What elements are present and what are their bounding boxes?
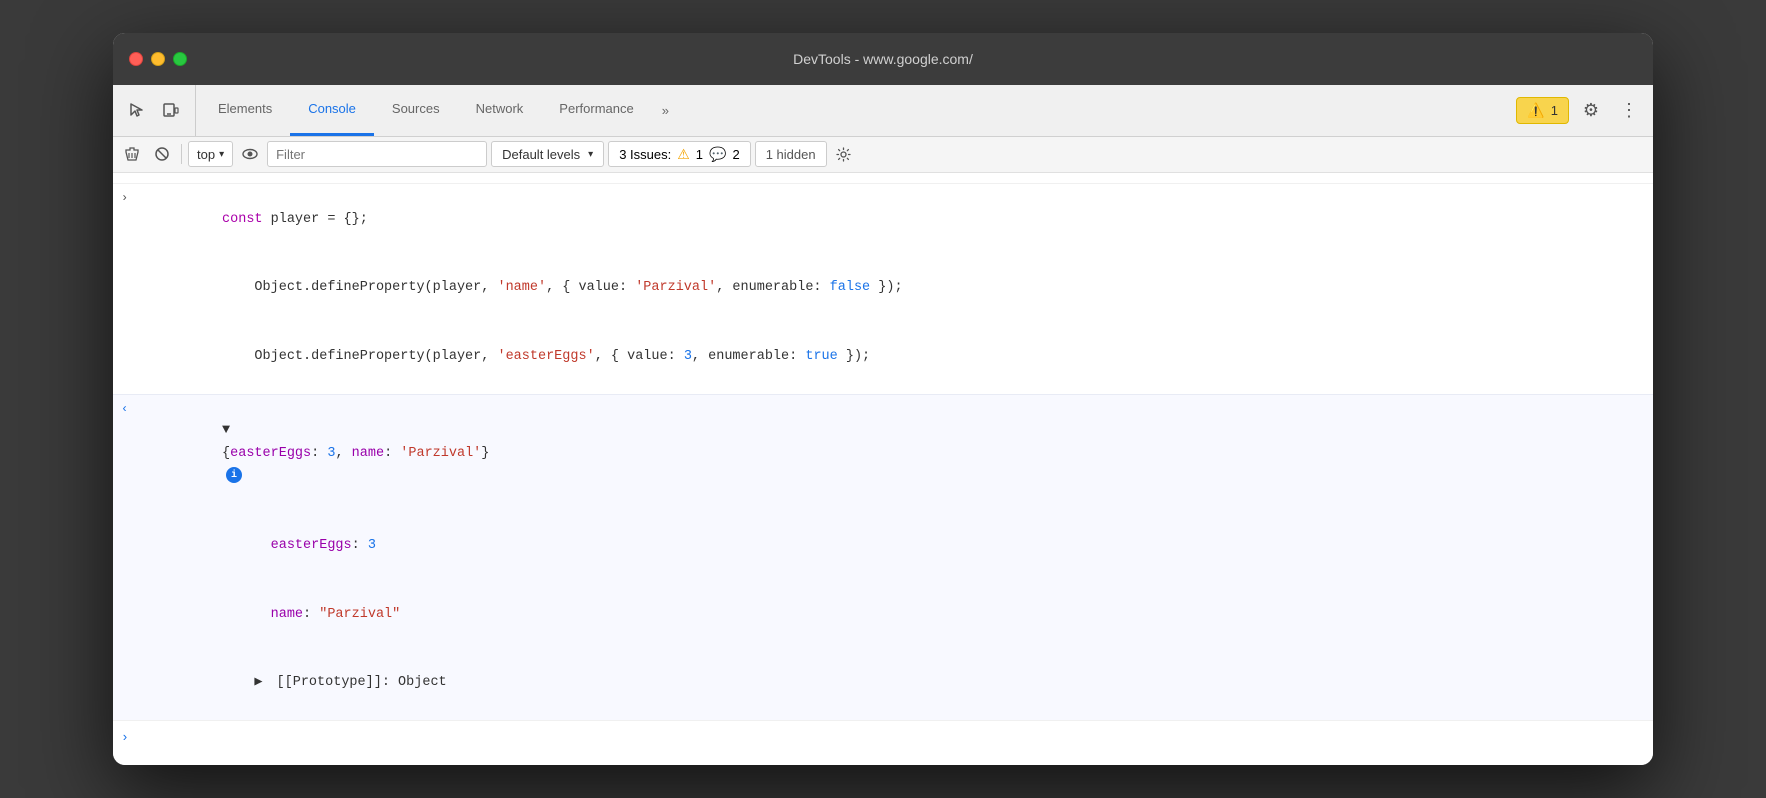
tab-elements[interactable]: Elements <box>200 85 290 136</box>
warning-badge-icon: ⚠️ <box>1527 102 1544 119</box>
warning-icon: ⚠ <box>677 146 690 163</box>
levels-selector[interactable]: Default levels ▾ <box>491 141 604 167</box>
expand-object-arrow[interactable]: ▼ <box>222 420 236 443</box>
tab-list: Elements Console Sources Network Perform… <box>200 85 679 136</box>
tab-console[interactable]: Console <box>290 85 374 136</box>
window-title: DevTools - www.google.com/ <box>793 51 973 67</box>
devtools-body: Elements Console Sources Network Perform… <box>113 85 1653 766</box>
chevron-down-icon: ▾ <box>588 149 593 160</box>
tab-network[interactable]: Network <box>458 85 542 136</box>
settings-button[interactable]: ⚙ <box>1575 94 1607 126</box>
devtools-window: DevTools - www.google.com/ <box>113 33 1653 766</box>
chevron-down-icon: ▾ <box>219 149 224 160</box>
input-arrow[interactable]: › <box>121 188 141 208</box>
device-icon[interactable] <box>155 94 187 126</box>
prompt-arrow: › <box>121 727 129 749</box>
output-arrow: ‹ <box>121 399 141 419</box>
hidden-badge: 1 hidden <box>755 141 827 167</box>
close-button[interactable] <box>129 52 143 66</box>
console-output: › const player = {}; Object.defineProper… <box>113 173 1653 766</box>
console-prompt-input[interactable] <box>137 731 1645 746</box>
chat-icon: 💬 <box>709 146 726 163</box>
separator <box>181 144 182 164</box>
expand-prototype-arrow[interactable]: ▶ <box>254 672 268 695</box>
minimize-button[interactable] <box>151 52 165 66</box>
toolbar-right: ⚠️ 1 ⚙ ⋮ <box>1516 85 1645 136</box>
console-output-entry: ‹ ▼ {easterEggs: 3, name: 'Parzival'} i … <box>113 394 1653 720</box>
tab-performance[interactable]: Performance <box>541 85 651 136</box>
toolbar-icons <box>121 85 196 136</box>
inspect-icon[interactable] <box>121 94 153 126</box>
issues-pill[interactable]: 3 Issues: ⚠ 1 💬 2 <box>608 141 751 167</box>
traffic-lights <box>129 52 187 66</box>
console-toolbar: top ▾ Default levels ▾ 3 Issues: ⚠ 1 💬 2 <box>113 137 1653 173</box>
maximize-button[interactable] <box>173 52 187 66</box>
filter-input[interactable] <box>267 141 487 167</box>
console-output-content: ▼ {easterEggs: 3, name: 'Parzival'} i ea… <box>141 397 1645 718</box>
more-tabs-button[interactable]: » <box>652 85 679 136</box>
more-options-button[interactable]: ⋮ <box>1613 94 1645 126</box>
console-settings-button[interactable] <box>831 141 857 167</box>
console-prompt: › <box>113 720 1653 755</box>
eye-icon[interactable] <box>237 141 263 167</box>
info-badge[interactable]: i <box>226 467 242 483</box>
tab-sources[interactable]: Sources <box>374 85 458 136</box>
issues-badge[interactable]: ⚠️ 1 <box>1516 97 1569 124</box>
block-icon[interactable] <box>149 141 175 167</box>
devtools-toolbar: Elements Console Sources Network Perform… <box>113 85 1653 137</box>
context-selector[interactable]: top ▾ <box>188 141 233 167</box>
console-input-entry: › const player = {}; Object.defineProper… <box>113 183 1653 394</box>
console-code-block: const player = {}; Object.defineProperty… <box>141 186 1645 392</box>
title-bar: DevTools - www.google.com/ <box>113 33 1653 85</box>
clear-console-button[interactable] <box>119 141 145 167</box>
